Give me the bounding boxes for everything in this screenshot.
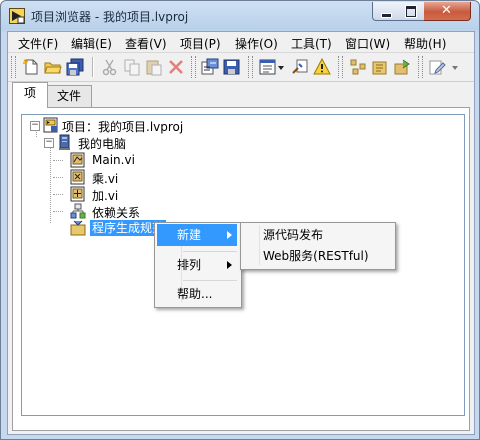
tree-connector (53, 177, 63, 178)
labview-project-icon (9, 8, 25, 24)
context-menu: 新建 排列 帮助... (154, 222, 242, 308)
submenu: 源代码发布 Web服务(RESTful) (240, 222, 396, 270)
dropdown-arrow-icon[interactable] (277, 58, 285, 76)
view-options-icon[interactable] (259, 58, 277, 76)
menu-help[interactable]: 帮助(H) (404, 35, 446, 52)
menu-bar: 文件(F) 编辑(E) 查看(V) 项目(P) 操作(O) 工具(T) 窗口(W… (8, 32, 474, 53)
toolbar-grip[interactable] (248, 56, 253, 78)
submenu-item-source-distribution[interactable]: 源代码发布 (243, 224, 391, 246)
context-item-arrange-label: 排列 (177, 258, 202, 272)
tab-items[interactable]: 项 (12, 82, 48, 108)
tree-dependencies-label[interactable]: 依赖关系 (92, 204, 140, 221)
menu-window[interactable]: 窗口(W) (345, 35, 390, 52)
toolbar-grip[interactable] (191, 56, 196, 78)
tree-file-add[interactable]: 加.vi (92, 187, 118, 204)
build-spec-icon (70, 220, 86, 236)
minimize-icon (381, 13, 392, 18)
computer-icon (57, 134, 73, 150)
context-item-new[interactable]: 新建 (157, 224, 237, 246)
submenu-item-web-service[interactable]: Web服务(RESTful) (243, 245, 391, 267)
menu-project[interactable]: 项目(P) (180, 35, 221, 52)
vi-icon (70, 186, 86, 202)
menu-tools[interactable]: 工具(T) (291, 35, 332, 52)
save-project-icon[interactable] (223, 58, 241, 76)
tree-connector (53, 194, 63, 195)
vi-icon (70, 169, 86, 185)
build-spec-icon[interactable] (371, 58, 389, 76)
new-file-icon[interactable] (22, 58, 40, 76)
window-title: 项目浏览器 - 我的项目.lvproj (31, 10, 189, 24)
tab-row: 项 文件 (8, 82, 474, 108)
dependencies-icon[interactable] (349, 58, 367, 76)
vi-icon (70, 152, 86, 168)
project-icon (43, 117, 59, 133)
toolbar (8, 53, 474, 82)
toolbar-separator (92, 57, 93, 77)
context-item-arrange[interactable]: 排列 (157, 254, 237, 276)
dropdown-arrow-icon[interactable] (450, 58, 460, 76)
minimize-button[interactable] (372, 2, 400, 21)
tree-file-multiply[interactable]: 乘.vi (92, 170, 118, 187)
dependencies-icon (70, 203, 86, 219)
maximize-icon (406, 6, 416, 17)
submenu-item-source-distribution-label: 源代码发布 (263, 228, 324, 242)
paste-icon[interactable] (145, 58, 163, 76)
context-item-help-label: 帮助... (177, 287, 213, 301)
warning-icon[interactable] (313, 57, 331, 76)
menu-view[interactable]: 查看(V) (125, 35, 167, 52)
toolbar-grip[interactable] (338, 56, 343, 78)
menu-operate[interactable]: 操作(O) (235, 35, 278, 52)
collapse-computer-button[interactable]: − (44, 138, 54, 148)
build-icon[interactable] (201, 58, 219, 76)
maximize-button[interactable] (398, 2, 425, 21)
close-button[interactable]: ✕ (424, 2, 471, 21)
submenu-arrow-icon (227, 231, 232, 239)
context-item-new-label: 新建 (177, 228, 202, 242)
edit-icon[interactable] (428, 58, 446, 76)
tree-root-label[interactable]: 项目：我的项目.lvproj (62, 118, 183, 135)
submenu-item-web-service-label: Web服务(RESTful) (263, 249, 369, 263)
toolbar-grip[interactable] (11, 56, 16, 78)
project-explorer-window: 项目浏览器 - 我的项目.lvproj ✕ 文件(F) 编辑(E) 查看(V) … (0, 0, 480, 440)
collapse-root-button[interactable]: − (30, 121, 40, 131)
menu-edit[interactable]: 编辑(E) (71, 35, 112, 52)
toolbar-grip[interactable] (418, 56, 423, 78)
tab-files[interactable]: 文件 (46, 85, 92, 107)
tree-connector (53, 160, 63, 161)
delete-icon[interactable] (167, 58, 185, 76)
tree-computer-label[interactable]: 我的电脑 (78, 135, 126, 152)
submenu-arrow-icon (227, 261, 232, 269)
find-icon[interactable] (291, 58, 309, 76)
open-folder-icon[interactable] (44, 58, 62, 76)
menu-separator (183, 280, 237, 281)
copy-icon[interactable] (123, 58, 141, 76)
save-all-icon[interactable] (66, 58, 84, 76)
title-bar: 项目浏览器 - 我的项目.lvproj ✕ (1, 1, 479, 31)
cut-icon[interactable] (101, 58, 119, 76)
tree-file-main[interactable]: Main.vi (92, 153, 135, 167)
context-item-help[interactable]: 帮助... (157, 283, 237, 305)
close-icon: ✕ (441, 3, 452, 18)
tree-connector (50, 141, 51, 223)
menu-file[interactable]: 文件(F) (18, 35, 58, 52)
menu-separator (183, 251, 237, 252)
tree-connector (53, 211, 63, 212)
deploy-icon[interactable] (393, 58, 411, 76)
